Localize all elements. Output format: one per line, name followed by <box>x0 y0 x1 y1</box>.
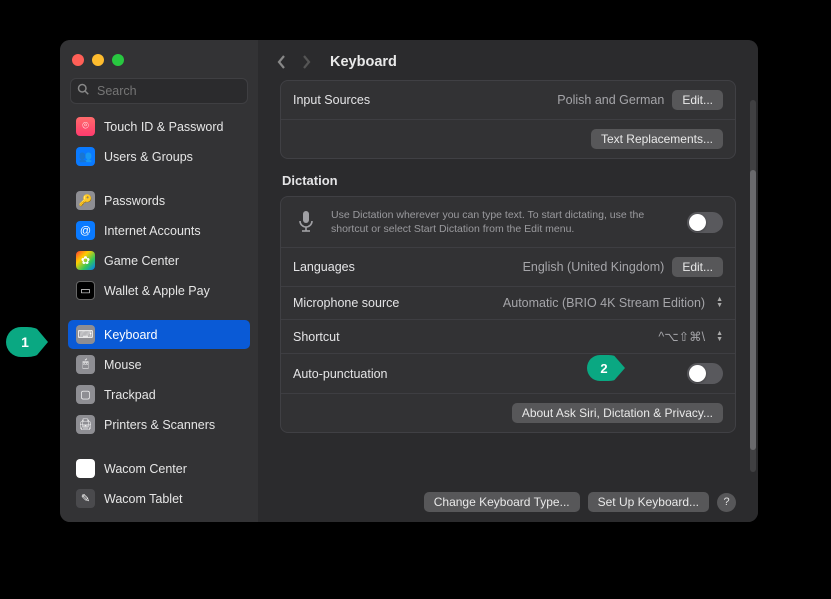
mouse-icon: 🖱 <box>76 355 95 374</box>
wallet-icon: ▭ <box>76 281 95 300</box>
content-area: Keyboard Input Sources Polish and German… <box>258 40 758 522</box>
dictation-section-title: Dictation <box>282 173 736 188</box>
printers-icon: 🖨 <box>76 415 95 434</box>
sidebar-item-passwords[interactable]: 🔑 Passwords <box>68 186 250 215</box>
annotation-2: 2 <box>587 355 625 381</box>
microphone-icon <box>293 209 319 235</box>
sidebar-item-printers[interactable]: 🖨 Printers & Scanners <box>68 410 250 439</box>
sidebar-item-keyboard[interactable]: ⌨ Keyboard <box>68 320 250 349</box>
input-sources-panel: Input Sources Polish and German Edit... … <box>280 80 736 159</box>
setup-keyboard-button[interactable]: Set Up Keyboard... <box>588 492 709 512</box>
annotation-1: 1 <box>6 327 48 357</box>
auto-punctuation-label: Auto-punctuation <box>293 367 388 381</box>
sidebar-item-touchid[interactable]: ⌾ Touch ID & Password <box>68 112 250 141</box>
shortcut-value: ^⌥⇧⌘\ <box>658 329 705 344</box>
sidebar-item-trackpad[interactable]: ▢ Trackpad <box>68 380 250 409</box>
minimize-window-button[interactable] <box>92 54 104 66</box>
footer-buttons: Change Keyboard Type... Set Up Keyboard.… <box>258 482 758 522</box>
sidebar-item-users[interactable]: 👥 Users & Groups <box>68 142 250 171</box>
input-sources-label: Input Sources <box>293 93 370 107</box>
sidebar-item-label: Game Center <box>104 254 179 268</box>
sidebar-item-wacomcenter[interactable]: w Wacom Center <box>68 454 250 483</box>
sidebar-item-label: Printers & Scanners <box>104 418 215 432</box>
change-keyboard-type-button[interactable]: Change Keyboard Type... <box>424 492 580 512</box>
text-replacements-button[interactable]: Text Replacements... <box>591 129 723 149</box>
traffic-lights <box>60 50 258 78</box>
microphone-source-label: Microphone source <box>293 296 399 310</box>
sidebar-item-label: Trackpad <box>104 388 156 402</box>
sidebar-items: ⌾ Touch ID & Password 👥 Users & Groups 🔑 Pass… <box>60 112 258 512</box>
content-scrollbar[interactable] <box>750 100 756 472</box>
help-button[interactable]: ? <box>717 493 736 512</box>
edit-input-sources-button[interactable]: Edit... <box>672 90 723 110</box>
trackpad-icon: ▢ <box>76 385 95 404</box>
touchid-icon: ⌾ <box>76 117 95 136</box>
sidebar: ⌾ Touch ID & Password 👥 Users & Groups 🔑 Pass… <box>60 40 258 522</box>
sidebar-item-label: Wacom Tablet <box>104 492 183 506</box>
dictation-panel: Use Dictation wherever you can type text… <box>280 196 736 433</box>
edit-languages-button[interactable]: Edit... <box>672 257 723 277</box>
sidebar-item-label: Touch ID & Password <box>104 120 224 134</box>
chevron-up-down-icon: ▲▼ <box>716 297 723 309</box>
annotation-1-badge: 1 <box>6 327 48 357</box>
sidebar-item-mouse[interactable]: 🖱 Mouse <box>68 350 250 379</box>
microphone-source-value: Automatic (BRIO 4K Stream Edition) <box>503 296 705 310</box>
sidebar-item-label: Wallet & Apple Pay <box>104 284 210 298</box>
dictation-toggle[interactable] <box>687 212 723 233</box>
input-sources-value: Polish and German <box>557 93 664 107</box>
sidebar-item-internet[interactable]: @ Internet Accounts <box>68 216 250 245</box>
content-header: Keyboard <box>258 40 758 80</box>
sidebar-item-wallet[interactable]: ▭ Wallet & Apple Pay <box>68 276 250 305</box>
close-window-button[interactable] <box>72 54 84 66</box>
sidebar-item-label: Internet Accounts <box>104 224 201 238</box>
sidebar-item-label: Passwords <box>104 194 165 208</box>
annotation-2-badge: 2 <box>587 355 625 381</box>
shortcut-select[interactable]: ^⌥⇧⌘\ ▲▼ <box>658 329 723 344</box>
microphone-source-select[interactable]: Automatic (BRIO 4K Stream Edition) ▲▼ <box>503 296 723 310</box>
sidebar-item-gamecenter[interactable]: ✿ Game Center <box>68 246 250 275</box>
page-title: Keyboard <box>330 54 397 70</box>
wacomtablet-icon: ✎ <box>76 489 95 508</box>
passwords-icon: 🔑 <box>76 191 95 210</box>
internet-icon: @ <box>76 221 95 240</box>
users-icon: 👥 <box>76 147 95 166</box>
chevron-up-down-icon: ▲▼ <box>716 331 723 343</box>
about-siri-dictation-button[interactable]: About Ask Siri, Dictation & Privacy... <box>512 403 723 423</box>
settings-window: ⌾ Touch ID & Password 👥 Users & Groups 🔑 Pass… <box>60 40 758 522</box>
search-input[interactable] <box>70 78 248 104</box>
nav-back-button[interactable] <box>276 54 288 70</box>
sidebar-item-label: Wacom Center <box>104 462 187 476</box>
search-icon <box>77 82 89 100</box>
keyboard-icon: ⌨ <box>76 325 95 344</box>
sidebar-item-label: Mouse <box>104 358 142 372</box>
maximize-window-button[interactable] <box>112 54 124 66</box>
gamecenter-icon: ✿ <box>76 251 95 270</box>
languages-value: English (United Kingdom) <box>523 260 665 274</box>
sidebar-item-wacomtablet[interactable]: ✎ Wacom Tablet <box>68 484 250 512</box>
languages-label: Languages <box>293 260 355 274</box>
sidebar-item-label: Keyboard <box>104 328 158 342</box>
auto-punctuation-toggle[interactable] <box>687 363 723 384</box>
sidebar-item-label: Users & Groups <box>104 150 193 164</box>
nav-forward-button <box>300 54 312 70</box>
shortcut-label: Shortcut <box>293 330 340 344</box>
wacomcenter-icon: w <box>76 459 95 478</box>
dictation-intro-text: Use Dictation wherever you can type text… <box>331 208 675 236</box>
